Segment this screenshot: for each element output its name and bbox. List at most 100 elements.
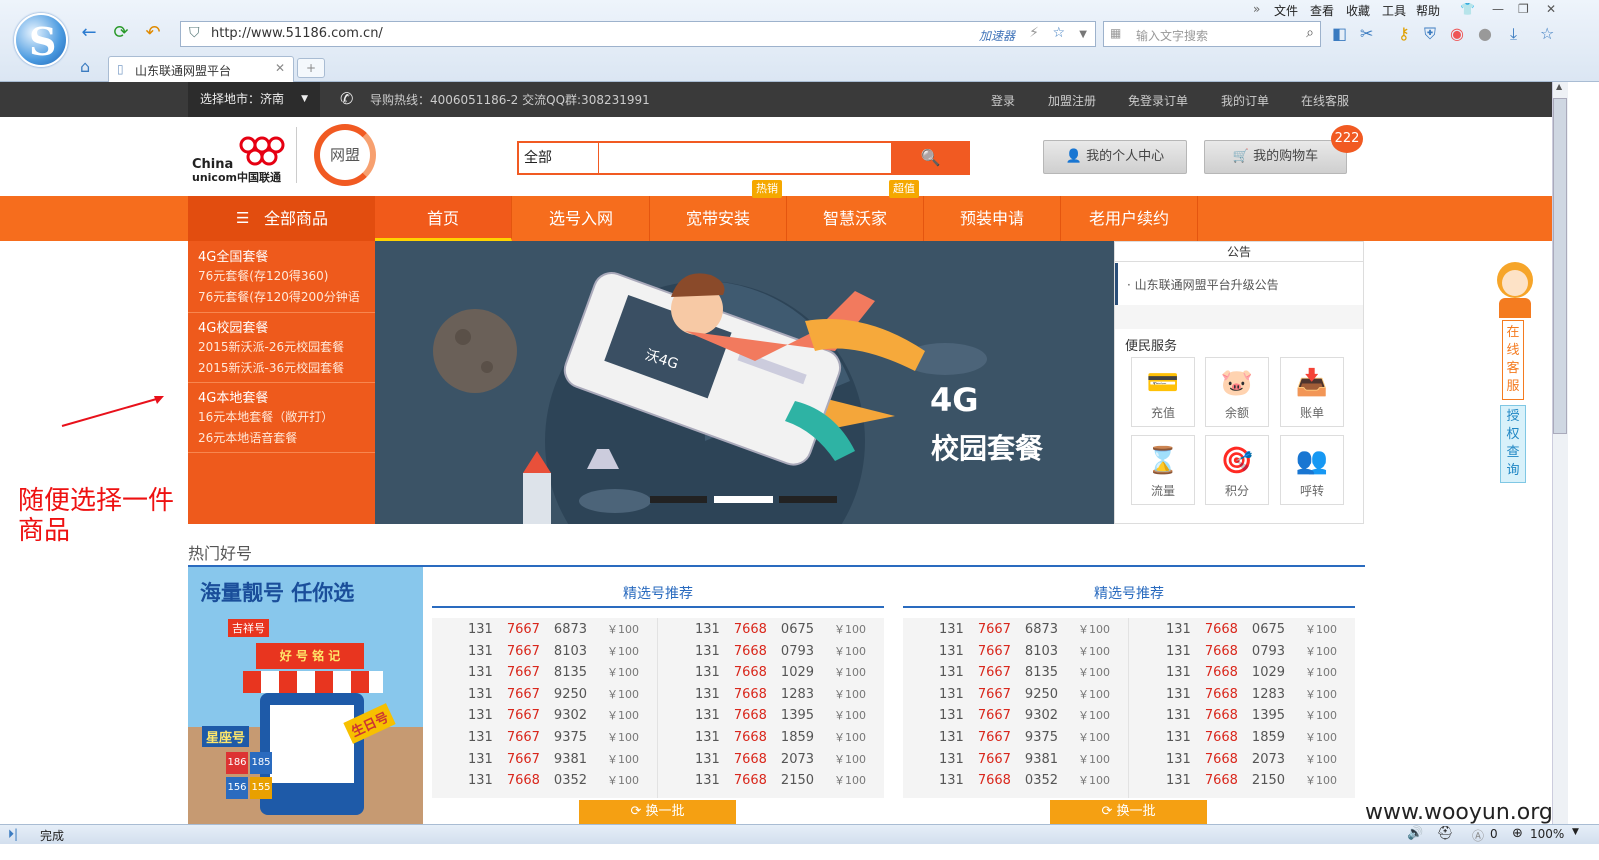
site-search[interactable]: 全部 🔍 [517, 141, 970, 175]
adblock-icon[interactable]: Ⓐ [1472, 827, 1484, 844]
service-balance[interactable]: 🐷 余额 [1205, 357, 1269, 427]
number-row[interactable]: 131 7668 1395 ￥100 [695, 707, 866, 723]
nav-broadband[interactable]: 宽带安装 [650, 196, 787, 241]
number-row[interactable]: 131 7667 6873 ￥100 [939, 621, 1110, 637]
lightning-icon[interactable]: ⚡ [1029, 25, 1039, 41]
menu-favorites[interactable]: 收藏 [1346, 2, 1370, 19]
nav-preinstall[interactable]: 预装申请 [924, 196, 1061, 241]
browser-search-input[interactable]: ▦ 输入文字搜索 ⌕ [1103, 21, 1321, 47]
category-title[interactable]: 4G全国套餐 [198, 246, 268, 265]
number-row[interactable]: 131 7667 9250 ￥100 [468, 686, 639, 702]
slide-dot-active[interactable] [714, 496, 773, 503]
game-icon[interactable]: ◉ [1450, 24, 1464, 43]
number-row[interactable]: 131 7668 2073 ￥100 [1166, 751, 1337, 767]
online-service-button[interactable]: 在线客服 [1502, 320, 1524, 400]
menu-file[interactable]: 文件 [1274, 2, 1298, 19]
cart-button[interactable]: 🛒 我的购物车 [1204, 140, 1347, 174]
zoom-dropdown-icon[interactable]: ▼ [1572, 827, 1579, 837]
key-icon[interactable]: ⚷ [1398, 24, 1410, 43]
category-title[interactable]: 4G本地套餐 [198, 387, 268, 406]
dropdown-icon[interactable]: ▼ [1079, 29, 1087, 40]
category-item[interactable]: 76元套餐(存120得200分钟语 [198, 288, 360, 305]
category-item[interactable]: 26元本地语音套餐 [198, 429, 297, 446]
accelerator-label[interactable]: 加速器 [979, 27, 1015, 44]
back-icon[interactable]: ← [78, 22, 100, 44]
category-item[interactable]: 16元本地套餐（敞开打） [198, 408, 333, 425]
auth-query-button[interactable]: 授权查询 [1500, 405, 1526, 483]
site-logo[interactable]: China unicom中国联通 网盟 [190, 124, 380, 187]
zoom-icon[interactable]: ⊕ [1512, 826, 1523, 841]
my-orders-link[interactable]: 我的订单 [1221, 92, 1269, 109]
slide-dot[interactable] [650, 496, 707, 503]
floating-service[interactable]: 在线客服 授权查询 [1485, 258, 1545, 488]
category-item[interactable]: 2015新沃派-26元校园套餐 [198, 338, 344, 355]
notice-item[interactable]: · 山东联通网盟平台升级公告 [1127, 276, 1279, 293]
number-row[interactable]: 131 7667 8103 ￥100 [468, 643, 639, 659]
menu-view[interactable]: 查看 [1310, 2, 1334, 19]
search-category[interactable]: 全部 [519, 143, 599, 173]
service-recharge[interactable]: 💳 充值 [1131, 357, 1195, 427]
number-row[interactable]: 131 7667 8135 ￥100 [468, 664, 639, 680]
skin-icon[interactable]: 👕 [1460, 2, 1475, 16]
refresh-button[interactable]: ⟳ 换一批 [579, 800, 736, 824]
number-row[interactable]: 131 7667 9381 ￥100 [468, 751, 639, 767]
scrollbar-thumb[interactable] [1553, 98, 1567, 434]
menu-tools[interactable]: 工具 [1382, 2, 1406, 19]
chat-icon[interactable]: ● [1478, 24, 1492, 43]
service-points[interactable]: 🎯 积分 [1205, 435, 1269, 505]
tab-close-icon[interactable]: ✕ [275, 61, 285, 75]
number-row[interactable]: 131 7667 9375 ￥100 [939, 729, 1110, 745]
number-row[interactable]: 131 7668 1283 ￥100 [695, 686, 866, 702]
hero-banner[interactable]: 4G 校园套餐 沃4G [375, 241, 1114, 524]
service-data[interactable]: ⌛ 流量 [1131, 435, 1195, 505]
number-row[interactable]: 131 7668 0793 ￥100 [1166, 643, 1337, 659]
nav-smart-home[interactable]: 智慧沃家 [787, 196, 924, 241]
favorite-add-icon[interactable]: ☆ [1540, 24, 1554, 43]
search-input[interactable] [601, 143, 891, 173]
refresh-icon[interactable]: ⟳ [110, 22, 132, 44]
login-link[interactable]: 登录 [991, 92, 1015, 109]
number-row[interactable]: 131 7668 0352 ￥100 [939, 772, 1110, 788]
number-row[interactable]: 131 7668 1395 ￥100 [1166, 707, 1337, 723]
category-title[interactable]: 4G校园套餐 [198, 317, 268, 336]
number-row[interactable]: 131 7668 1283 ￥100 [1166, 686, 1337, 702]
number-row[interactable]: 131 7668 0675 ￥100 [1166, 621, 1337, 637]
number-row[interactable]: 131 7667 9381 ￥100 [939, 751, 1110, 767]
number-row[interactable]: 131 7668 1029 ￥100 [695, 664, 866, 680]
tab-active[interactable]: ▯ 山东联通网盟平台 ✕ [108, 56, 294, 82]
number-row[interactable]: 131 7668 2150 ￥100 [695, 772, 866, 788]
search-button[interactable]: 🔍 [891, 143, 970, 173]
nav-select-number[interactable]: 选号入网 [513, 196, 650, 241]
address-bar[interactable]: ⛉ http://www.51186.com.cn/ 加速器 ⚡ ☆ ▼ [180, 21, 1096, 47]
number-row[interactable]: 131 7668 0793 ￥100 [695, 643, 866, 659]
more-icon[interactable]: » [1253, 2, 1260, 16]
shield-plugin-icon[interactable]: ⛨ [1424, 24, 1436, 44]
number-row[interactable]: 131 7668 2150 ￥100 [1166, 772, 1337, 788]
number-row[interactable]: 131 7668 0352 ￥100 [468, 772, 639, 788]
search-engine-icon[interactable]: ▦ [1110, 26, 1121, 40]
personal-center-button[interactable]: 👤 我的个人中心 [1043, 140, 1187, 174]
register-link[interactable]: 加盟注册 [1048, 92, 1096, 109]
close-window-icon[interactable]: ✕ [1546, 2, 1556, 16]
number-row[interactable]: 131 7668 0675 ￥100 [695, 621, 866, 637]
zoom-level[interactable]: 100% [1530, 827, 1564, 841]
number-row[interactable]: 131 7667 9302 ￥100 [939, 707, 1110, 723]
restore-icon[interactable]: ❐ [1518, 2, 1529, 16]
screenshot-icon[interactable]: ✂ [1360, 24, 1373, 43]
undo-icon[interactable]: ↶ [142, 22, 164, 44]
all-goods-button[interactable]: ☰ 全部商品 [188, 196, 375, 241]
city-selector[interactable]: 选择地市：济南 ▼ [188, 82, 320, 117]
star-icon[interactable]: ☆ [1052, 25, 1065, 41]
home-icon[interactable]: ⌂ [80, 57, 90, 76]
number-row[interactable]: 131 7667 8135 ￥100 [939, 664, 1110, 680]
number-row[interactable]: 131 7667 9250 ￥100 [939, 686, 1110, 702]
number-row[interactable]: 131 7668 1859 ￥100 [1166, 729, 1337, 745]
service-forward[interactable]: 👥 呼转 [1280, 435, 1344, 505]
status-toggle-icon[interactable]: ⏵| [8, 827, 18, 842]
first-aid-icon[interactable]: ⛑ [1437, 826, 1454, 841]
volume-icon[interactable]: 🔊 [1407, 826, 1423, 841]
refresh-button[interactable]: ⟳ 换一批 [1050, 800, 1207, 824]
scroll-up-icon[interactable]: ▲ [1556, 82, 1562, 91]
quick-order-link[interactable]: 免登录订单 [1128, 92, 1188, 109]
nav-home[interactable]: 首页 [375, 196, 512, 241]
